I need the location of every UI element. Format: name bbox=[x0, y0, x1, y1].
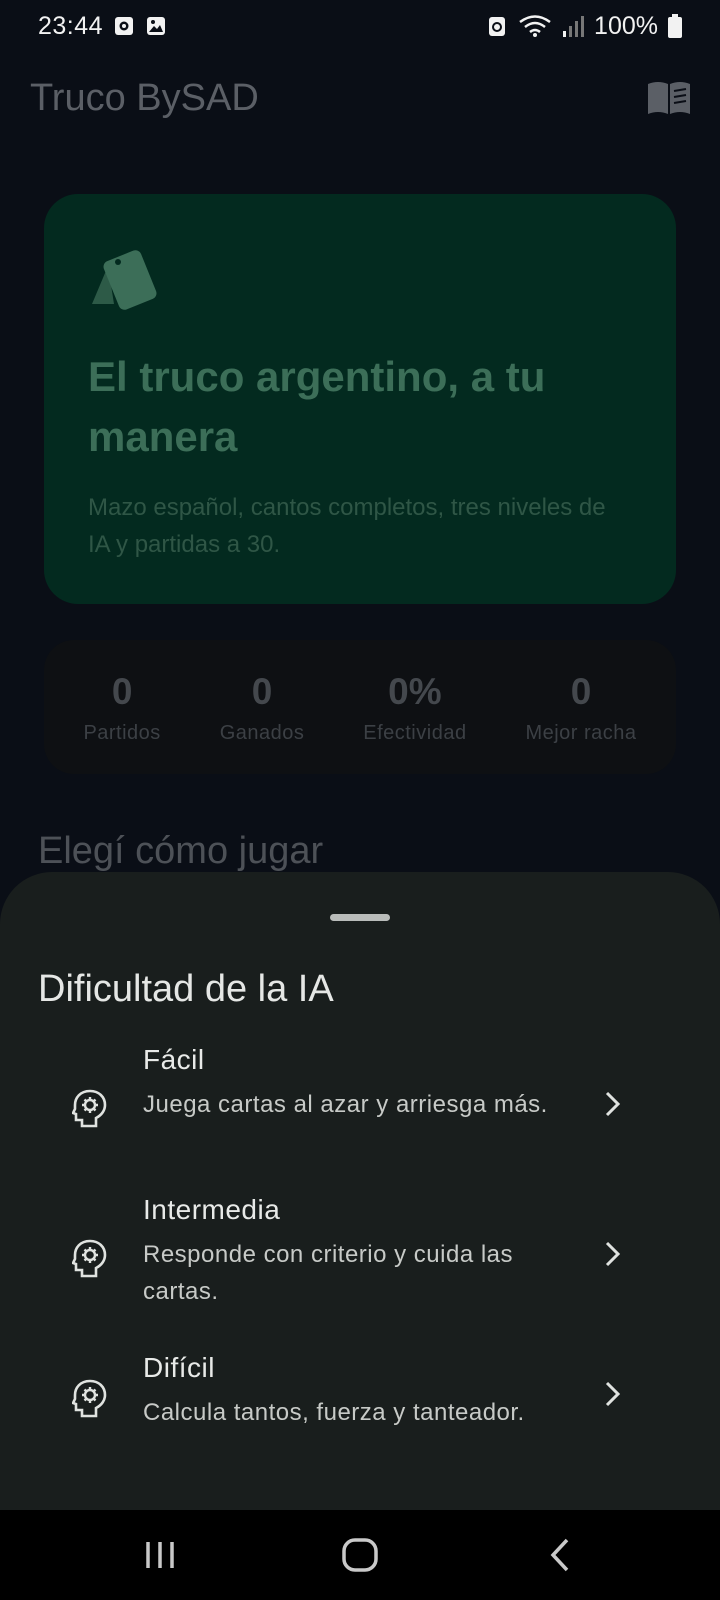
stat-label: Partidos bbox=[83, 721, 161, 744]
system-nav-bar bbox=[0, 1510, 720, 1600]
screen-record-icon bbox=[115, 17, 134, 35]
book-icon[interactable] bbox=[646, 78, 692, 118]
sheet-title: Dificultad de la IA bbox=[38, 968, 334, 1010]
stat-label: Efectividad bbox=[363, 721, 467, 744]
option-description: Calcula tantos, fuerza y tanteador. bbox=[143, 1399, 525, 1426]
option-title: Difícil bbox=[143, 1352, 215, 1383]
recycle-icon bbox=[489, 17, 506, 36]
stat-efectividad: 0% Efectividad bbox=[363, 670, 466, 745]
status-left: 23:44 bbox=[38, 12, 167, 41]
psychology-icon bbox=[72, 1239, 107, 1278]
hero-subtitle: Mazo español, cantos completos, tres niv… bbox=[88, 494, 606, 558]
hero-title: El truco argentino, a tu manera bbox=[88, 353, 546, 460]
difficulty-option-intermedia[interactable]: Intermedia Responde con criterio y cuida… bbox=[0, 1194, 720, 1344]
stat-label: Mejor racha bbox=[525, 721, 637, 744]
chevron-right-icon bbox=[605, 1381, 621, 1407]
cards-icon bbox=[92, 250, 157, 310]
option-description: Responde con criterio y cuida las cartas… bbox=[143, 1241, 514, 1305]
difficulty-option-facil[interactable]: Fácil Juega cartas al azar y arriesga má… bbox=[0, 1044, 720, 1194]
stat-value: 0 bbox=[570, 670, 592, 712]
app-bar: Truco BySAD bbox=[0, 62, 720, 134]
difficulty-sheet: Dificultad de la IA Fácil Juega cartas a… bbox=[0, 872, 720, 1510]
stats-card: 0 Partidos 0 Ganados 0% Efectividad 0 Me… bbox=[44, 640, 676, 774]
battery-icon bbox=[668, 14, 682, 38]
chevron-right-icon bbox=[605, 1091, 621, 1117]
recents-button[interactable] bbox=[138, 1535, 182, 1575]
home-button[interactable] bbox=[338, 1535, 382, 1575]
gallery-icon bbox=[147, 17, 166, 35]
stat-ganados: 0 Ganados bbox=[220, 670, 305, 745]
home-icon bbox=[342, 1538, 378, 1572]
psychology-icon bbox=[72, 1379, 107, 1418]
back-icon bbox=[550, 1538, 569, 1572]
difficulty-option-dificil[interactable]: Difícil Calcula tantos, fuerza y tantead… bbox=[0, 1352, 720, 1502]
psychology-icon bbox=[72, 1089, 107, 1128]
back-button[interactable] bbox=[538, 1535, 582, 1575]
hero-card: El truco argentino, a tu manera Mazo esp… bbox=[44, 194, 676, 604]
status-right: 100% bbox=[486, 12, 682, 41]
stat-label: Ganados bbox=[219, 721, 305, 744]
option-title: Fácil bbox=[143, 1044, 205, 1075]
status-bar: 23:44 100% bbox=[0, 0, 720, 52]
recents-icon bbox=[146, 1542, 174, 1568]
stat-partidos: 0 Partidos bbox=[83, 670, 160, 745]
option-description: Juega cartas al azar y arriesga más. bbox=[143, 1091, 548, 1118]
chevron-right-icon bbox=[605, 1241, 621, 1267]
stat-mejor-racha: 0 Mejor racha bbox=[525, 670, 636, 745]
option-title: Intermedia bbox=[143, 1194, 281, 1225]
signal-icon bbox=[563, 16, 585, 37]
drag-handle[interactable] bbox=[330, 914, 390, 921]
stat-value: 0 bbox=[251, 670, 273, 712]
wifi-icon bbox=[519, 15, 551, 37]
stat-value: 0% bbox=[388, 670, 442, 712]
app-title: Truco BySAD bbox=[30, 76, 259, 119]
section-title: Elegí cómo jugar bbox=[38, 830, 324, 872]
status-time: 23:44 bbox=[38, 11, 104, 40]
stat-value: 0 bbox=[111, 670, 133, 712]
battery-level: 100% bbox=[594, 11, 658, 40]
